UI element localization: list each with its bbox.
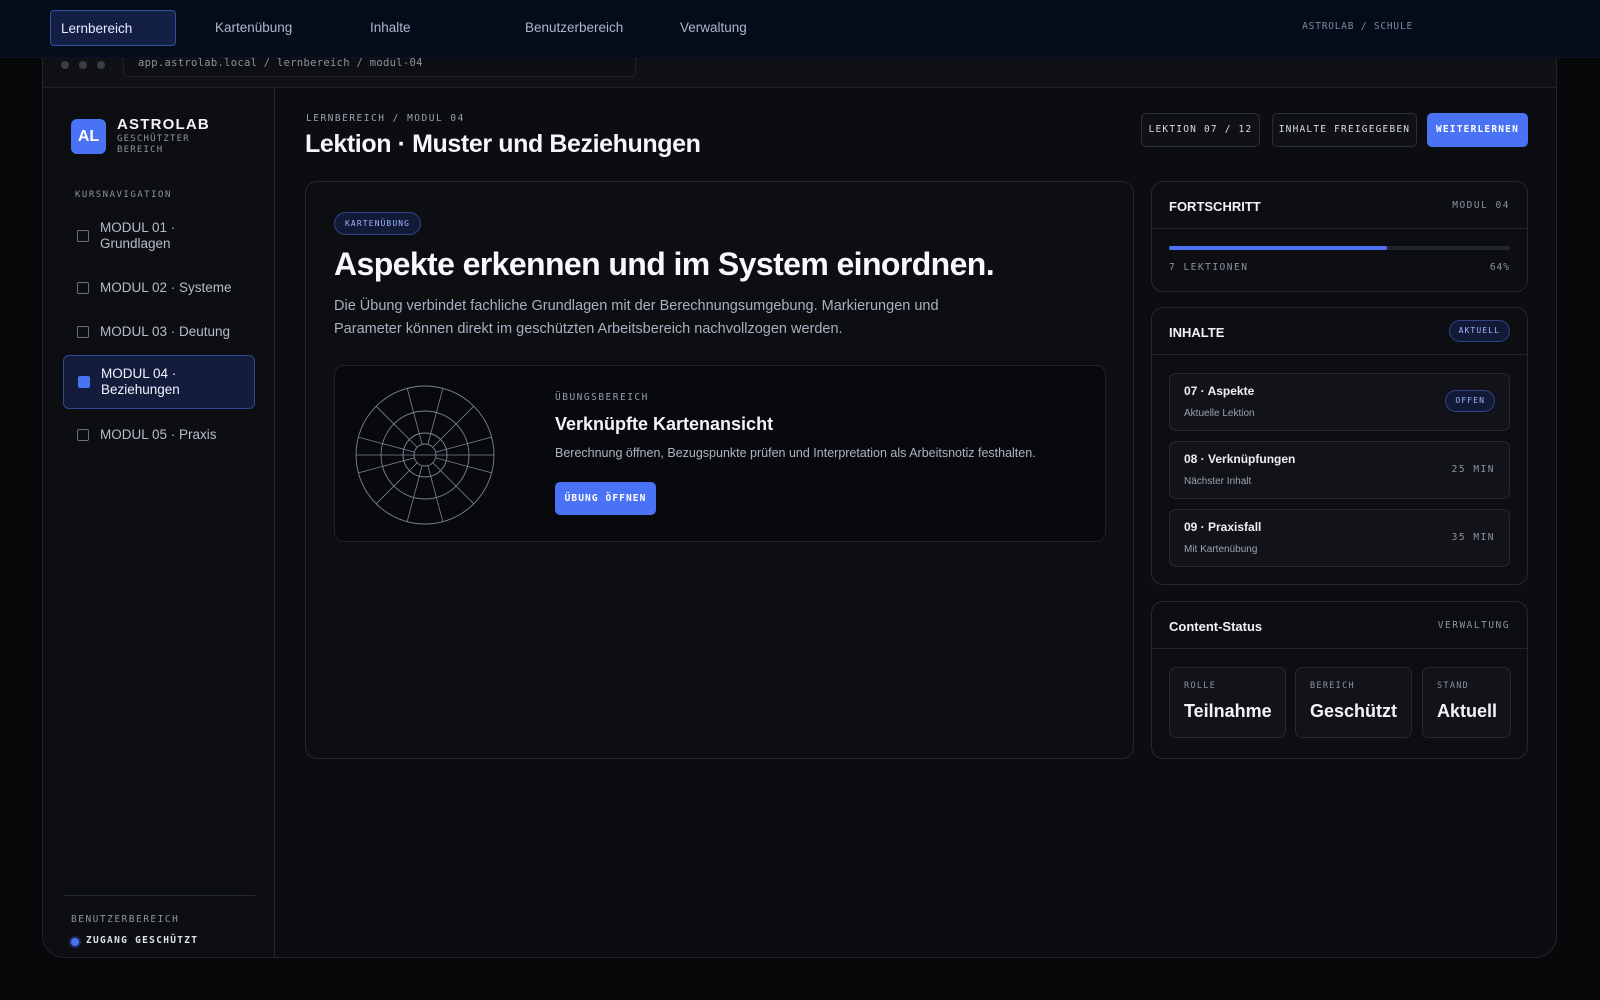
checkbox-icon (77, 429, 89, 441)
exercise-label: ÜBUNGSBEREICH (555, 392, 649, 403)
released-content-button[interactable]: INHALTE FREIGEGEBEN (1272, 113, 1417, 147)
contents-title: INHALTE (1169, 325, 1225, 340)
browser-chrome: app.astrolab.local / lernbereich / modul… (43, 58, 1556, 88)
sidebar-item-modul-01[interactable]: MODUL 01 · Grundlagen (63, 213, 255, 259)
lesson-tag: KARTENÜBUNG (334, 212, 422, 235)
wheel-spoke (432, 405, 475, 448)
stat-value: Aktuell (1437, 701, 1498, 721)
exercise-title: Verknüpfte Kartenansicht (555, 414, 774, 434)
lesson-subtitle: Nächster Inhalt (1184, 476, 1252, 487)
stat-value: Geschützt (1310, 701, 1398, 721)
stat-card-state: STAND Aktuell (1422, 667, 1511, 738)
lesson-subtitle: Aktuelle Lektion (1184, 408, 1255, 419)
lesson-duration: 35 MIN (1451, 532, 1495, 543)
sidebar-item-label: MODUL 04 · Beziehungen (101, 366, 180, 397)
nav-item-benutzerbereich[interactable]: Benutzerbereich (515, 10, 645, 46)
status-badge: OFFEN (1445, 390, 1495, 412)
sidebar-item-label: MODUL 05 · Praxis (100, 427, 217, 442)
contents-panel: INHALTE AKTUELL 07 · Aspekte Aktuelle Le… (1151, 307, 1528, 585)
list-item-lesson-07[interactable]: 07 · Aspekte Aktuelle Lektion OFFEN (1169, 373, 1510, 431)
lesson-heading: Aspekte erkennen und im System einordnen… (334, 246, 995, 282)
logo-icon: AL (71, 119, 106, 154)
content-status-panel: Content-Status VERWALTUNG ROLLE Teilnahm… (1151, 601, 1528, 759)
stat-card-area: BEREICH Geschützt (1295, 667, 1412, 738)
nav-brand-label: ASTROLAB / SCHULE (1302, 21, 1413, 32)
lesson-counter-badge: LEKTION 07 / 12 (1141, 113, 1260, 147)
stat-label: BEREICH (1310, 681, 1355, 691)
lesson-subtitle: Mit Kartenübung (1184, 544, 1258, 555)
progress-title: FORTSCHRITT (1169, 199, 1261, 214)
top-navigation: Lernbereich Kartenübung Inhalte Benutzer… (0, 0, 1600, 58)
status-panel-header: Content-Status VERWALTUNG (1152, 602, 1527, 649)
sidebar-item-label: MODUL 01 · Grundlagen (100, 220, 176, 251)
app-window: app.astrolab.local / lernbereich / modul… (42, 58, 1557, 958)
continue-learning-button[interactable]: WEITERLERNEN (1427, 113, 1528, 147)
sidebar-item-modul-05[interactable]: MODUL 05 · Praxis (63, 413, 255, 457)
access-status: ZUGANG GESCHÜTZT (86, 935, 199, 946)
wheel-spoke (375, 405, 418, 448)
list-item-lesson-09[interactable]: 09 · Praxisfall Mit Kartenübung 35 MIN (1169, 509, 1510, 567)
stat-label: ROLLE (1184, 681, 1217, 691)
sidebar-item-label: MODUL 03 · Deutung (100, 324, 231, 339)
checkbox-icon (78, 376, 90, 388)
lesson-title: 07 · Aspekte (1184, 384, 1255, 398)
window-dot-icon (79, 61, 87, 69)
stat-card-role: ROLLE Teilnahme (1169, 667, 1286, 738)
chart-wheel-icon (355, 385, 495, 525)
checkbox-icon (77, 282, 89, 294)
progress-panel-header: FORTSCHRITT MODUL 04 (1152, 182, 1527, 229)
sidebar-item-modul-02[interactable]: MODUL 02 · Systeme (63, 266, 255, 310)
wheel-spoke (375, 462, 418, 505)
nav-item-inhalte[interactable]: Inhalte (360, 10, 470, 46)
checkbox-icon (77, 230, 89, 242)
status-dot-icon (71, 938, 79, 946)
address-bar[interactable]: app.astrolab.local / lernbereich / modul… (123, 58, 636, 77)
sidebar-item-modul-04[interactable]: MODUL 04 · Beziehungen (63, 355, 255, 409)
wheel-spoke (432, 462, 475, 505)
sidebar-divider (63, 895, 255, 896)
sidebar-item-label: MODUL 02 · Systeme (100, 280, 232, 295)
nav-item-kartenuebung[interactable]: Kartenübung (205, 10, 325, 46)
exercise-panel: ÜBUNGSBEREICH Verknüpfte Kartenansicht B… (334, 365, 1106, 542)
open-exercise-button[interactable]: ÜBUNG ÖFFNEN (555, 482, 656, 515)
lesson-title: 08 · Verknüpfungen (1184, 452, 1296, 466)
window-dot-icon (97, 61, 105, 69)
progress-lessons: 7 LEKTIONEN (1169, 262, 1249, 273)
brand-name: ASTROLAB (117, 116, 210, 133)
brand-subtitle: GESCHÜTZTER BEREICH (117, 134, 190, 155)
progress-panel: FORTSCHRITT MODUL 04 7 LEKTIONEN 64% (1151, 181, 1528, 292)
list-item-lesson-08[interactable]: 08 · Verknüpfungen Nächster Inhalt 25 MI… (1169, 441, 1510, 499)
lesson-duration: 25 MIN (1451, 464, 1495, 475)
nav-item-verwaltung[interactable]: Verwaltung (670, 10, 780, 46)
lesson-card: KARTENÜBUNG Aspekte erkennen und im Syst… (305, 181, 1134, 759)
window-dot-icon (61, 61, 69, 69)
checkbox-icon (77, 326, 89, 338)
progress-module: MODUL 04 (1452, 200, 1510, 211)
contents-status-badge: AKTUELL (1448, 320, 1510, 342)
page-title: Lektion · Muster und Beziehungen (305, 130, 701, 158)
status-meta: VERWALTUNG (1437, 620, 1510, 631)
breadcrumb: LERNBEREICH / MODUL 04 (306, 113, 465, 124)
sidebar-item-modul-03[interactable]: MODUL 03 · Deutung (63, 310, 255, 354)
sidebar: AL ASTROLAB GESCHÜTZTER BEREICH KURSNAVI… (43, 88, 275, 957)
lesson-description: Die Übung verbindet fachliche Grundlagen… (334, 298, 939, 337)
lesson-title: 09 · Praxisfall (1184, 520, 1262, 534)
sidebar-heading: KURSNAVIGATION (75, 190, 172, 200)
sidebar-footer-label: BENUTZERBEREICH (71, 914, 180, 925)
progress-bar-fill (1169, 246, 1388, 250)
exercise-description: Berechnung öffnen, Bezugspunkte prüfen u… (555, 446, 1036, 460)
stat-value: Teilnahme (1184, 701, 1272, 721)
stat-label: STAND (1437, 681, 1470, 691)
progress-percent: 64% (1489, 262, 1510, 273)
status-title: Content-Status (1169, 619, 1263, 634)
contents-panel-header: INHALTE AKTUELL (1152, 308, 1527, 355)
progress-bar (1169, 246, 1510, 250)
nav-item-lernbereich[interactable]: Lernbereich (50, 10, 176, 46)
